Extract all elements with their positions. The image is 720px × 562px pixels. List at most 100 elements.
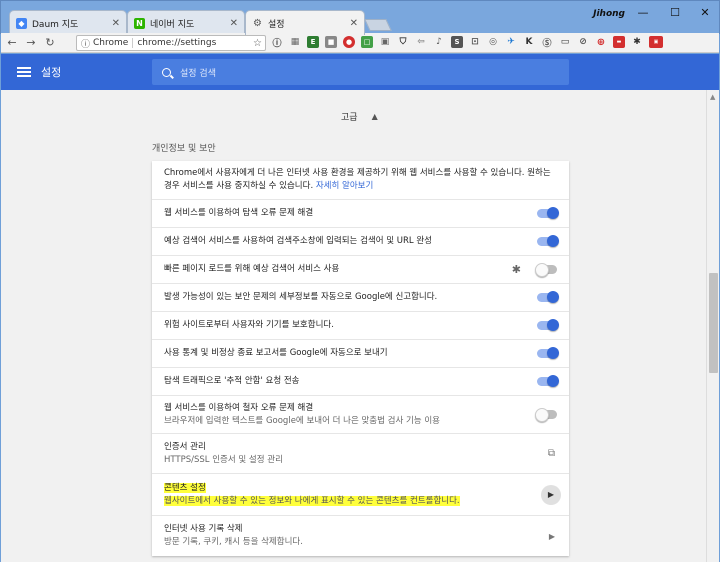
toggle-switch[interactable] (535, 263, 557, 277)
tab-label: 네이버 지도 (150, 19, 195, 30)
hamburger-menu-icon[interactable] (17, 67, 31, 77)
close-window-icon[interactable]: ✕ (691, 4, 719, 20)
k-extension-icon[interactable]: K (523, 36, 535, 48)
toggle-row-spelling[interactable]: 웹 서비스를 이용하여 철자 오류 문제 해결 브라우저에 입력한 텍스트를 G… (152, 395, 569, 433)
extension-icons: ⓘ ▦ E ■ ● □ ▣ ⛉ ⇦ ♪ S ⊡ ◎ ✈ K Ⓢ ▭ ⊘ ⊕ ▬ … (271, 36, 663, 49)
chevron-right-icon[interactable]: ▶ (541, 484, 561, 505)
grid-extension-icon[interactable]: ▦ (289, 36, 301, 48)
green-extension-icon[interactable]: □ (361, 36, 373, 48)
back-arrow-icon[interactable]: ← (4, 35, 20, 51)
red-extension-icon[interactable]: ▬ (613, 36, 625, 48)
camera-icon[interactable]: ▣ (379, 36, 391, 48)
tab-naver-map[interactable]: N 네이버 지도 ✕ (127, 10, 245, 35)
toggle-row-prediction[interactable]: 예상 검색어 서비스를 사용하여 검색주소창에 입력되는 검색어 및 URL 완… (152, 227, 569, 255)
toggle-label: 사용 통계 및 비정상 종료 보고서를 Google에 자동으로 보내기 (164, 348, 388, 358)
privacy-intro: Chrome에서 사용자에게 더 나은 인터넷 사용 환경을 제공하기 위해 웹… (152, 161, 569, 199)
toggle-row-security-report[interactable]: 발생 가능성이 있는 보안 문제의 세부정보를 자동으로 Google에 신고합… (152, 283, 569, 311)
toggle-switch[interactable] (537, 319, 559, 331)
reload-icon[interactable]: ↻ (42, 35, 58, 51)
spelling-sub: 브라우저에 입력한 텍스트를 Google에 보내어 더 나은 맞춤법 검사 기… (164, 415, 440, 426)
content-settings-row[interactable]: 콘텐츠 설정 웹사이트에서 사용할 수 있는 정보와 나에게 표시할 수 있는 … (152, 473, 569, 515)
clear-data-sub: 방문 기록, 쿠키, 캐시 등을 삭제합니다. (164, 537, 303, 547)
evernote-extension-icon[interactable]: E (307, 36, 319, 48)
s-extension-icon[interactable]: S (451, 36, 463, 48)
toggle-row-do-not-track[interactable]: 탐색 트래픽으로 '추적 안함' 요청 전송 (152, 367, 569, 395)
google-maps-icon: ◆ (16, 17, 27, 29)
info-extension-icon[interactable]: ⓘ (271, 36, 283, 49)
target-extension-icon[interactable]: ⊕ (595, 36, 607, 48)
toggle-row-nav-error[interactable]: 웹 서비스를 이용하여 탐색 오류 문제 해결 (152, 199, 569, 227)
naver-n-icon: N (134, 17, 145, 29)
new-tab-button[interactable] (364, 19, 392, 31)
screen-extension-icon[interactable]: ▭ (559, 36, 571, 48)
close-icon[interactable]: ✕ (230, 18, 238, 29)
new-badge-extension-icon[interactable]: ▣ (649, 36, 663, 48)
clear-browsing-data-row[interactable]: 인터넷 사용 기록 삭제 방문 기록, 쿠키, 캐시 등을 삭제합니다. ▶ (152, 515, 569, 556)
chevron-up-icon: ▲ (371, 112, 378, 121)
toggle-row-preload[interactable]: 빠른 페이지 로드를 위해 예상 검색어 서비스 사용 ✱ (152, 255, 569, 283)
chrome-page-icon: ⓘ (81, 39, 91, 50)
certificates-row[interactable]: 인증서 관리 HTTPS/SSL 인증서 및 설정 관리 ⧉ (152, 433, 569, 473)
chevron-right-icon[interactable]: ▶ (549, 532, 555, 541)
toggle-row-usage-stats[interactable]: 사용 통계 및 비정상 종료 보고서를 Google에 자동으로 보내기 (152, 339, 569, 367)
settings-header: 설정 설정 검색 (1, 54, 719, 90)
scrollbar[interactable]: ▲ (706, 90, 719, 562)
certificates-label: 인증서 관리 (164, 441, 206, 452)
tag-extension-icon[interactable]: ⊘ (577, 36, 589, 48)
toggle-label: 위험 사이트로부터 사용자와 기기를 보호합니다. (164, 320, 334, 330)
globe-extension-icon[interactable]: ◎ (487, 36, 499, 48)
toggle-label: 발생 가능성이 있는 보안 문제의 세부정보를 자동으로 Google에 신고합… (164, 292, 438, 302)
search-icon (162, 67, 171, 77)
scroll-up-icon[interactable]: ▲ (710, 93, 715, 101)
close-icon[interactable]: ✕ (350, 18, 358, 29)
forward-arrow-icon[interactable]: → (23, 35, 39, 51)
maximize-icon[interactable]: ☐ (661, 4, 689, 20)
certificates-sub: HTTPS/SSL 인증서 및 설정 관리 (164, 454, 283, 465)
lock-extension-icon[interactable]: ⊡ (469, 36, 481, 48)
toggle-switch[interactable] (537, 291, 559, 303)
tab-settings[interactable]: ⚙ 설정 ✕ (245, 10, 365, 35)
s2-extension-icon[interactable]: Ⓢ (541, 36, 553, 49)
toggle-label: 탐색 트래픽으로 '추적 안함' 요청 전송 (164, 376, 300, 386)
external-link-icon[interactable]: ⧉ (548, 448, 555, 459)
section-title: 개인정보 및 보안 (152, 144, 216, 154)
close-icon[interactable]: ✕ (112, 18, 120, 29)
toggle-row-safe-browsing[interactable]: 위험 사이트로부터 사용자와 기기를 보호합니다. (152, 311, 569, 339)
omnibox-scheme: Chrome (93, 38, 129, 48)
puzzle-extension-icon[interactable]: ✱ (631, 36, 643, 48)
minimize-icon[interactable]: — (629, 4, 657, 20)
advanced-toggle[interactable]: 고급 ▲ (341, 110, 378, 123)
address-bar[interactable]: ⓘ Chrome chrome://settings ☆ (76, 35, 266, 51)
shield-extension-icon[interactable]: ⛉ (397, 36, 409, 48)
toggle-switch[interactable] (537, 207, 559, 219)
adblock-extension-icon[interactable]: ● (343, 36, 355, 48)
page-title: 설정 (41, 66, 62, 79)
divider (132, 38, 134, 48)
clear-data-label: 인터넷 사용 기록 삭제 (164, 524, 243, 534)
bird-extension-icon[interactable]: ✈ (505, 36, 517, 48)
extension-puzzle-icon[interactable]: ✱ (512, 263, 521, 276)
profile-name[interactable]: Jihong (593, 9, 625, 19)
toggle-switch[interactable] (537, 347, 559, 359)
learn-more-link[interactable]: 자세히 알아보기 (316, 181, 373, 191)
settings-content: 고급 ▲ 개인정보 및 보안 Chrome에서 사용자에게 더 나은 인터넷 사… (1, 90, 706, 562)
tab-label: 설정 (268, 19, 285, 30)
gear-icon: ⚙ (253, 17, 262, 29)
content-settings-label: 콘텐츠 설정 (164, 482, 206, 493)
browser-titlebar: ◆ Daum 지도 ✕ N 네이버 지도 ✕ ⚙ 설정 ✕ Jihong — ☐… (0, 0, 720, 35)
back-extension-icon[interactable]: ⇦ (415, 36, 427, 48)
toggle-switch[interactable] (535, 408, 557, 422)
scrollbar-thumb[interactable] (709, 273, 718, 373)
bookmark-star-icon[interactable]: ☆ (253, 38, 262, 49)
privacy-card: Chrome에서 사용자에게 더 나은 인터넷 사용 환경을 제공하기 위해 웹… (152, 161, 569, 556)
toggle-switch[interactable] (537, 375, 559, 387)
tab-daum-map[interactable]: ◆ Daum 지도 ✕ (9, 10, 127, 35)
bell-extension-icon[interactable]: ♪ (433, 36, 445, 48)
toggle-label: 예상 검색어 서비스를 사용하여 검색주소창에 입력되는 검색어 및 URL 완… (164, 236, 432, 246)
settings-search-input[interactable]: 설정 검색 (152, 59, 569, 85)
advanced-label: 고급 (341, 113, 358, 123)
camera-extension-icon[interactable]: ■ (325, 36, 337, 48)
omnibox-url[interactable]: chrome://settings (137, 38, 216, 48)
toggle-switch[interactable] (537, 235, 559, 247)
browser-toolbar: ← → ↻ ⓘ Chrome chrome://settings ☆ ⓘ ▦ E… (1, 33, 719, 53)
